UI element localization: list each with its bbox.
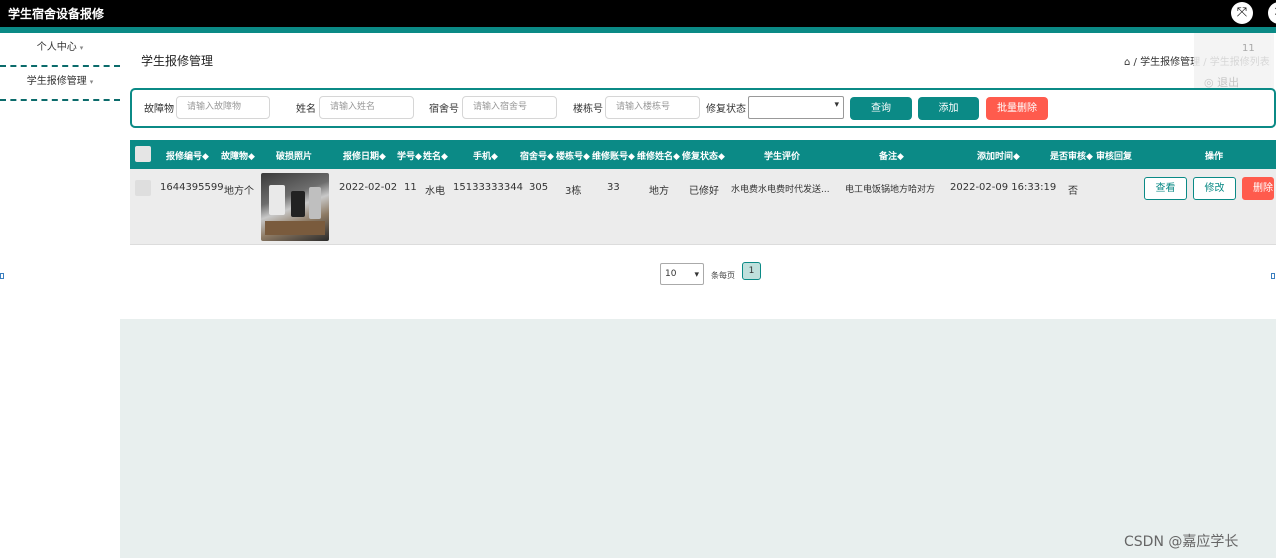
expand-icon[interactable]: ⤧ xyxy=(1231,2,1253,24)
repair-status-select[interactable]: ▾ xyxy=(748,96,844,119)
column-header[interactable]: 学号◆ xyxy=(397,149,422,162)
column-header[interactable]: 故障物◆ xyxy=(221,149,255,162)
column-header[interactable]: 备注◆ xyxy=(879,149,904,162)
column-header: 操作 xyxy=(1205,152,1224,162)
column-header[interactable]: 楼栋号◆ xyxy=(556,149,590,162)
chevron-down-icon: ▾ xyxy=(834,100,839,110)
building-number-label: 楼栋号 xyxy=(573,104,603,115)
table-cell: 水电费水电费时代发送... xyxy=(731,185,830,195)
page-title: 学生报修管理 xyxy=(141,54,214,68)
accent-line xyxy=(0,27,1276,33)
column-header[interactable]: 是否审核◆ xyxy=(1050,149,1093,162)
table-cell: 11 xyxy=(404,182,417,193)
table-cell: 已修好 xyxy=(689,186,719,197)
table-cell: 1644395599 xyxy=(160,182,224,193)
user-dropdown-menu: 11 ◎ 退出 xyxy=(1194,33,1274,95)
sidebar-item-personal-center[interactable]: 个人中心 ▾ xyxy=(0,33,120,67)
edit-button[interactable]: 修改 xyxy=(1193,177,1236,200)
sidebar-item-label: 个人中心 xyxy=(36,42,77,53)
page-number-button[interactable]: 1 xyxy=(742,262,761,280)
table-cell: 2022-02-02 xyxy=(339,182,398,193)
page-size-value: 10 xyxy=(665,269,677,279)
table-cell: 305 xyxy=(529,182,549,193)
page-size-select[interactable]: 10 ▾ xyxy=(660,263,704,285)
resize-handle-left[interactable] xyxy=(0,273,4,279)
resize-handle-right[interactable] xyxy=(1271,273,1275,279)
table-cell: 15133333344 xyxy=(453,182,523,193)
table-cell: 地方个 xyxy=(224,186,254,197)
chevron-down-icon: ▾ xyxy=(79,44,84,52)
damage-photo[interactable] xyxy=(261,173,329,241)
column-header[interactable]: 报修日期◆ xyxy=(343,149,386,162)
row-checkbox[interactable] xyxy=(135,180,151,196)
sidebar-item-label: 学生报修管理 xyxy=(26,76,87,87)
watermark: CSDN @嘉应学长 xyxy=(1124,534,1239,550)
fault-item-input[interactable]: 请输入故障物 xyxy=(176,96,270,119)
table-cell: 33 xyxy=(607,182,620,193)
column-header[interactable]: 宿舍号◆ xyxy=(520,149,554,162)
column-header[interactable]: 维修姓名◆ xyxy=(637,149,680,162)
column-header: 学生评价 xyxy=(764,152,801,162)
page-size-label: 条每页 xyxy=(711,271,735,280)
name-label: 姓名 xyxy=(296,104,316,115)
title-bar: 学生宿舍设备报修 ⤧ ✕ xyxy=(0,0,1276,27)
sidebar-item-repair-management[interactable]: 学生报修管理 ▾ xyxy=(0,67,120,101)
table-cell: 3栋 xyxy=(565,186,582,197)
table-cell: 电工电饭锅地方哈对方 xyxy=(845,185,936,195)
column-header[interactable]: 添加时间◆ xyxy=(977,149,1020,162)
chevron-down-icon: ▾ xyxy=(694,270,699,280)
column-header[interactable]: 姓名◆ xyxy=(423,149,448,162)
query-button[interactable]: 查询 xyxy=(850,97,912,120)
user-menu-number: 11 xyxy=(1242,43,1255,54)
name-input[interactable]: 请输入姓名 xyxy=(319,96,414,119)
table-cell: 水电 xyxy=(425,186,445,197)
column-header: 审核回复 xyxy=(1096,152,1133,162)
batch-delete-button[interactable]: 批量删除 xyxy=(986,97,1048,120)
sidebar: 个人中心 ▾ 学生报修管理 ▾ xyxy=(0,33,120,558)
view-button[interactable]: 查看 xyxy=(1144,177,1187,200)
table-cell: 否 xyxy=(1068,186,1078,197)
dorm-number-label: 宿舍号 xyxy=(429,104,459,115)
select-all-checkbox[interactable] xyxy=(135,146,151,162)
column-header[interactable]: 修复状态◆ xyxy=(682,149,725,162)
column-header[interactable]: 手机◆ xyxy=(473,149,498,162)
column-header[interactable]: 维修账号◆ xyxy=(592,149,635,162)
close-icon[interactable]: ✕ xyxy=(1268,2,1276,24)
building-number-input[interactable]: 请输入楼栋号 xyxy=(605,96,700,119)
chevron-down-icon: ▾ xyxy=(89,78,94,86)
delete-button[interactable]: 删除 xyxy=(1242,177,1274,200)
content-background xyxy=(120,319,1276,558)
dorm-number-input[interactable]: 请输入宿舍号 xyxy=(462,96,557,119)
fault-item-label: 故障物 xyxy=(144,104,174,115)
column-header[interactable]: 报修编号◆ xyxy=(166,149,209,162)
repair-status-label: 修复状态 xyxy=(706,104,746,115)
app-title: 学生宿舍设备报修 xyxy=(8,7,105,21)
column-header: 破损照片 xyxy=(276,152,313,162)
table-cell: 2022-02-09 16:33:19 xyxy=(950,182,1057,193)
add-button[interactable]: 添加 xyxy=(918,97,979,120)
table-cell: 地方 xyxy=(649,186,669,197)
